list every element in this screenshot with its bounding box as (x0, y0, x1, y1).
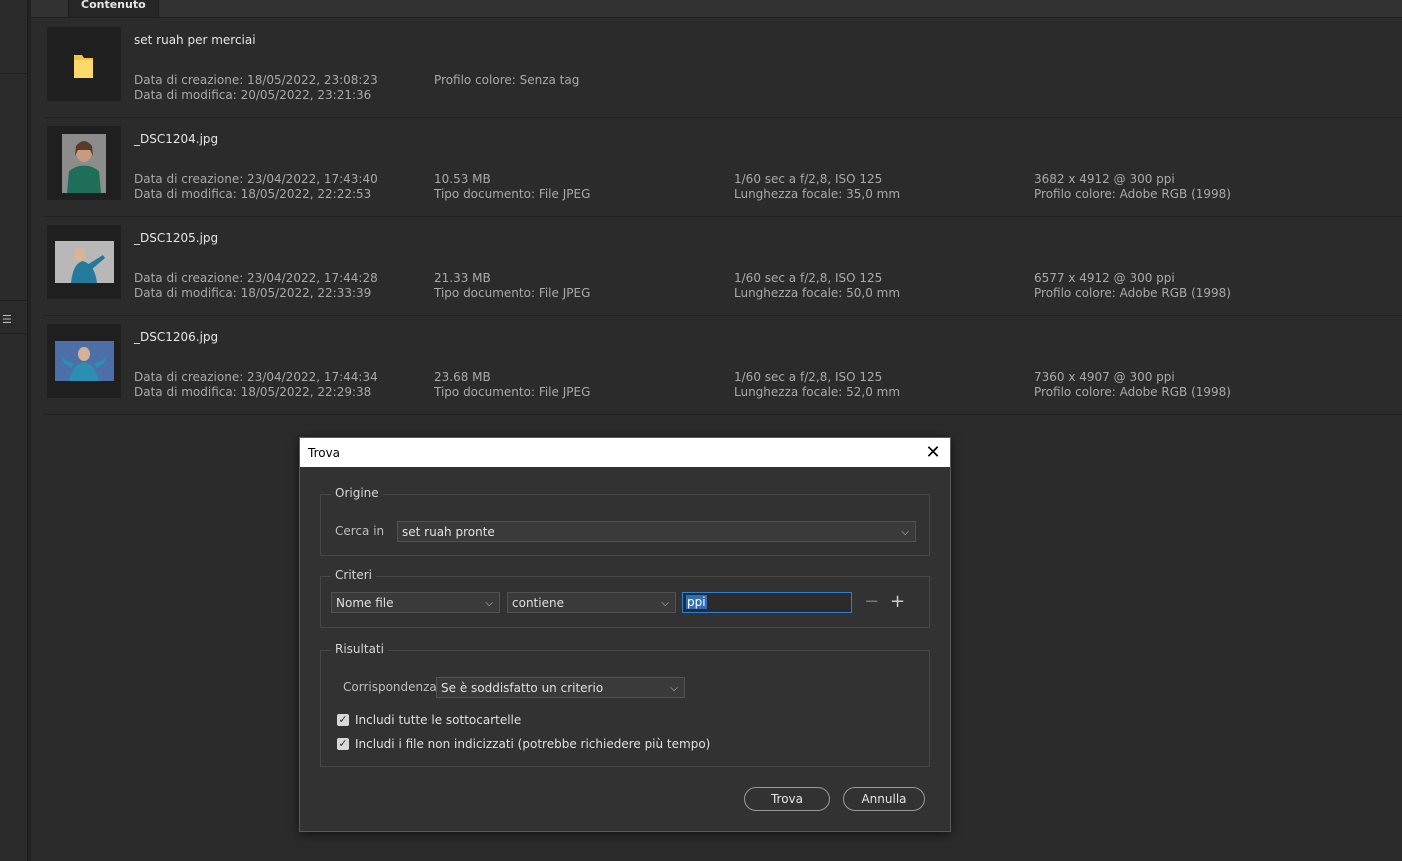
criteria-operator-select[interactable]: contiene ⌵ (507, 592, 676, 613)
chevron-down-icon: ⌵ (670, 683, 678, 694)
criteria-operator-value: contiene (512, 596, 564, 610)
plus-icon[interactable]: + (890, 593, 905, 611)
color-profile: Profilo colore: Adobe RGB (1998) (1034, 187, 1231, 201)
exposure: 1/60 sec a f/2,8, ISO 125 (734, 172, 883, 186)
criteria-group: Criteri Nome file ⌵ contiene ⌵ ppi − + (320, 568, 930, 628)
cancel-button[interactable]: Annulla (843, 787, 925, 811)
find-button[interactable]: Trova (744, 787, 830, 811)
chevron-down-icon: ⌵ (485, 598, 493, 609)
created-date: Data di creazione: 23/04/2022, 17:43:40 (134, 172, 378, 186)
modified-date: Data di modifica: 20/05/2022, 23:21:36 (134, 88, 372, 102)
minus-icon[interactable]: − (864, 593, 879, 611)
color-profile: Profilo colore: Senza tag (434, 73, 580, 87)
created-date: Data di creazione: 18/05/2022, 23:08:23 (134, 73, 378, 87)
panel-menu-icon[interactable]: ☰ (2, 314, 14, 325)
chevron-down-icon: ⌵ (661, 598, 669, 609)
document-type: Tipo documento: File JPEG (434, 187, 591, 201)
list-item[interactable]: set ruah per merciai Data di creazione: … (43, 18, 1402, 118)
thumbnail[interactable] (47, 27, 121, 101)
list-item[interactable]: _DSC1206.jpg Data di creazione: 23/04/20… (43, 315, 1402, 415)
match-value: Se è soddisfatto un criterio (441, 681, 604, 695)
rail-divider (0, 73, 27, 74)
thumbnail[interactable] (47, 126, 121, 200)
focal-length: Lunghezza focale: 52,0 mm (734, 385, 901, 399)
document-type: Tipo documento: File JPEG (434, 385, 591, 399)
file-size: 21.33 MB (434, 271, 491, 285)
list-item[interactable]: _DSC1205.jpg Data di creazione: 23/04/20… (43, 216, 1402, 316)
created-date: Data di creazione: 23/04/2022, 17:44:28 (134, 271, 378, 285)
criteria-field-select[interactable]: Nome file ⌵ (331, 592, 500, 613)
photo-thumbnail (55, 241, 114, 283)
include-subfolders-label: Includi tutte le sottocartelle (355, 713, 522, 727)
folder-icon (74, 55, 93, 78)
exposure: 1/60 sec a f/2,8, ISO 125 (734, 271, 883, 285)
tab-contenuto[interactable]: Contenuto (68, 0, 159, 17)
item-name: _DSC1204.jpg (134, 132, 219, 146)
panel-header: Contenuto (31, 0, 1402, 18)
include-subfolders-checkbox[interactable]: ✓ (337, 714, 349, 726)
file-size: 23.68 MB (434, 370, 491, 384)
chevron-down-icon: ⌵ (901, 527, 909, 538)
include-nonindexed-label: Includi i file non indicizzati (potrebbe… (355, 737, 711, 751)
criteria-legend: Criteri (331, 568, 377, 582)
document-type: Tipo documento: File JPEG (434, 286, 591, 300)
search-in-value: set ruah pronte (402, 525, 495, 539)
modified-date: Data di modifica: 18/05/2022, 22:22:53 (134, 187, 372, 201)
match-label: Corrispondenza (343, 680, 437, 694)
created-date: Data di creazione: 23/04/2022, 17:44:34 (134, 370, 378, 384)
color-profile: Profilo colore: Adobe RGB (1998) (1034, 286, 1231, 300)
color-profile: Profilo colore: Adobe RGB (1998) (1034, 385, 1231, 399)
find-dialog: Trova ✕ Origine Cerca in set ruah pronte… (299, 437, 951, 832)
search-in-label: Cerca in (335, 524, 385, 538)
left-rail: ☰ (0, 0, 28, 861)
thumbnail[interactable] (47, 324, 121, 398)
photo-thumbnail (62, 134, 106, 193)
modified-date: Data di modifica: 18/05/2022, 22:29:38 (134, 385, 372, 399)
exposure: 1/60 sec a f/2,8, ISO 125 (734, 370, 883, 384)
results-group: Risultati Corrispondenza Se è soddisfatt… (320, 642, 930, 767)
criteria-text-input[interactable]: ppi (682, 592, 852, 613)
include-nonindexed-checkbox[interactable]: ✓ (337, 738, 349, 750)
search-in-select[interactable]: set ruah pronte ⌵ (397, 521, 916, 542)
item-name: set ruah per merciai (134, 33, 256, 47)
origin-group: Origine Cerca in set ruah pronte ⌵ (320, 486, 930, 556)
dialog-title: Trova (308, 446, 341, 460)
match-select[interactable]: Se è soddisfatto un criterio ⌵ (436, 677, 685, 698)
dimensions: 3682 x 4912 @ 300 ppi (1034, 172, 1175, 186)
origin-legend: Origine (331, 486, 383, 500)
focal-length: Lunghezza focale: 35,0 mm (734, 187, 901, 201)
photo-thumbnail (55, 341, 114, 381)
rail-divider (0, 333, 27, 334)
thumbnail[interactable] (47, 225, 121, 299)
dimensions: 7360 x 4907 @ 300 ppi (1034, 370, 1175, 384)
dimensions: 6577 x 4912 @ 300 ppi (1034, 271, 1175, 285)
item-name: _DSC1205.jpg (134, 231, 219, 245)
close-icon[interactable]: ✕ (920, 440, 946, 465)
focal-length: Lunghezza focale: 50,0 mm (734, 286, 901, 300)
list-item[interactable]: _DSC1204.jpg Data di creazione: 23/04/20… (43, 117, 1402, 217)
file-size: 10.53 MB (434, 172, 491, 186)
criteria-field-value: Nome file (336, 596, 394, 610)
dialog-titlebar[interactable]: Trova ✕ (300, 438, 950, 467)
criteria-text-value: ppi (686, 595, 707, 609)
rail-divider (0, 300, 27, 301)
results-legend: Risultati (331, 642, 388, 656)
modified-date: Data di modifica: 18/05/2022, 22:33:39 (134, 286, 372, 300)
item-name: _DSC1206.jpg (134, 330, 219, 344)
